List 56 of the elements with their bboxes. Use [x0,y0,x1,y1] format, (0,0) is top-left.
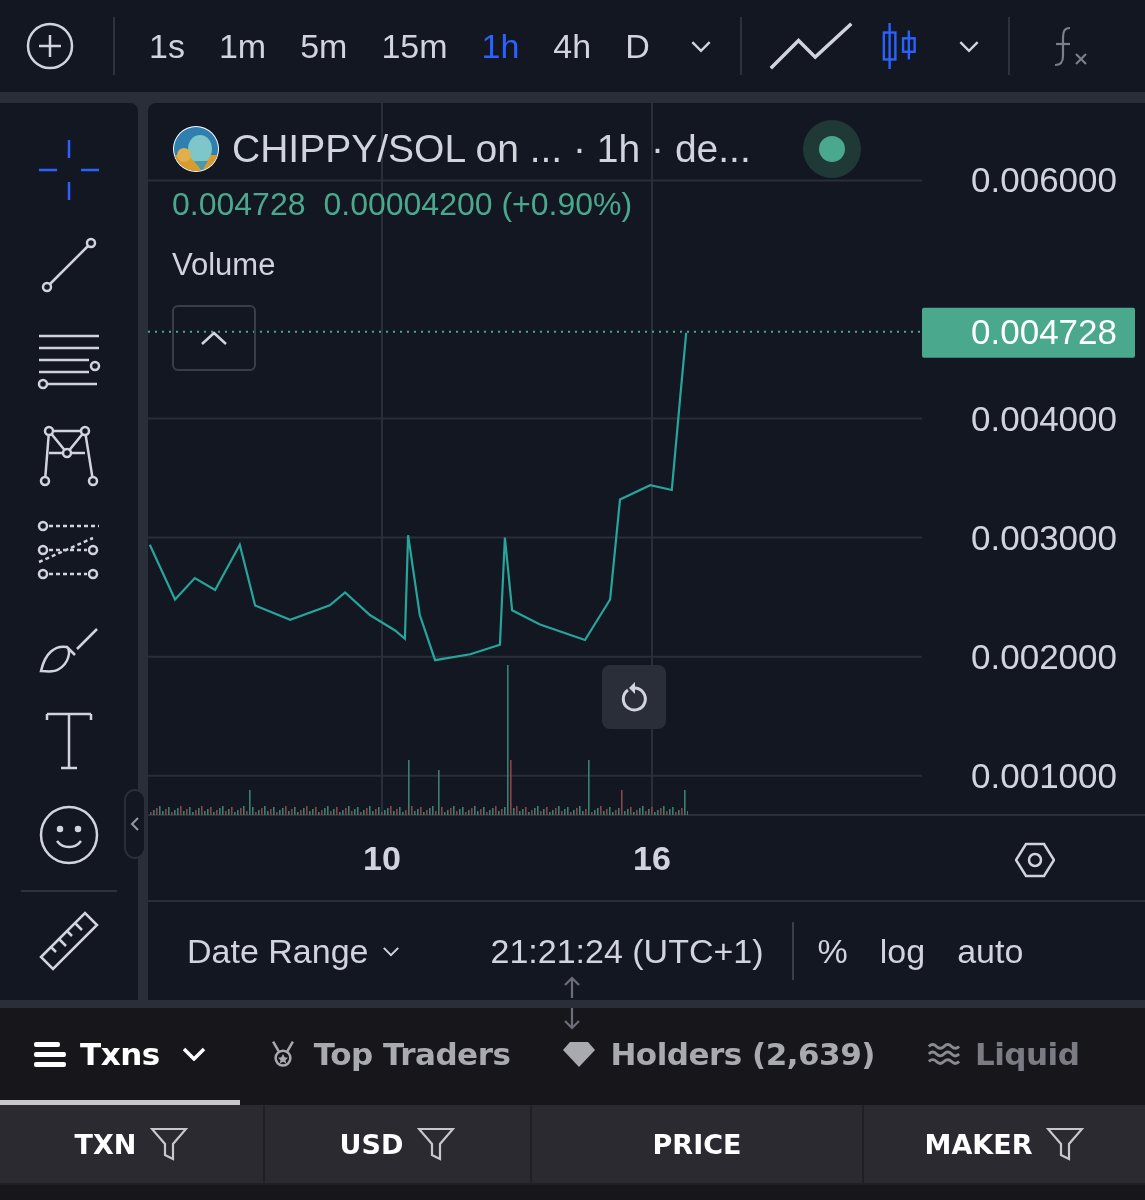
collapse-legend-button[interactable] [172,305,256,371]
waves-icon [926,1040,961,1068]
scale-option-button[interactable]: auto [957,931,1024,971]
column-title: USD [339,1128,404,1160]
filter-icon[interactable] [1046,1127,1085,1161]
column-title: TXN [74,1128,137,1160]
chevron-down-icon[interactable] [958,39,981,53]
tab[interactable]: Liquid [900,1008,1080,1105]
filter-icon[interactable] [417,1127,456,1161]
pattern-tool-icon[interactable] [37,423,101,487]
add-icon[interactable] [25,21,75,71]
interval-button[interactable]: 1s [149,26,185,66]
interval-button[interactable]: 4h [553,26,592,66]
interval-button[interactable]: 1m [218,26,267,66]
chevron-down-icon [181,1047,206,1061]
tab[interactable]: Top Traders [239,1008,537,1105]
settings-icon[interactable] [1015,840,1055,880]
chart-title: CHIPPY/SOL on ... · 1h · de... [232,127,751,171]
tab[interactable]: Holders (2,639) [536,1008,901,1105]
scale-option-button[interactable]: log [879,931,926,971]
last-price: 0.004728 [172,185,306,223]
price-axis-label: 0.004000 [971,398,1117,438]
emoji-tool-icon[interactable] [37,803,101,867]
chevron-left-icon [130,816,140,832]
chevron-up-icon [199,330,229,346]
date-range-dropdown[interactable]: Date Range [187,931,401,971]
menu-icon [32,1040,66,1068]
column-title: PRICE [652,1128,742,1160]
reset-chart-button[interactable] [602,665,666,729]
column-title: MAKER [924,1128,1033,1160]
filter-icon[interactable] [150,1127,189,1161]
diamond-icon [562,1040,597,1068]
volume-label: Volume [172,247,277,283]
time-axis-label: 10 [363,839,401,877]
crosshair-tool-icon[interactable] [37,138,101,202]
clock-time: 21:21:24 (UTC+1) [490,931,764,971]
scale-option-button[interactable]: % [817,931,848,971]
interval-button[interactable]: 15m [381,26,448,66]
price-axis-label: 0.006000 [971,160,1117,200]
chevron-down-icon[interactable] [689,39,712,53]
interval-button[interactable]: D [625,26,650,66]
price-change: 0.00004200 (+0.90%) [323,185,633,223]
price-axis-label: 0.003000 [971,517,1117,557]
last-price-badge: 0.004728 [922,307,1135,358]
price-axis-label: 0.001000 [971,755,1117,795]
ruler-tool-icon[interactable] [37,909,101,973]
resize-handle-icon[interactable] [562,976,582,1030]
fib-tool-icon[interactable] [37,518,101,582]
interval-button[interactable]: 1h [481,26,520,66]
ref-line-label: 0.004728 [971,311,1117,351]
price-axis-label: 0.002000 [971,636,1117,676]
collapse-handle[interactable] [124,789,146,859]
chevron-down-icon [382,945,401,957]
interval-button[interactable]: 5m [300,26,348,66]
time-axis-label: 16 [633,839,671,877]
line-chart-icon[interactable] [767,21,854,71]
